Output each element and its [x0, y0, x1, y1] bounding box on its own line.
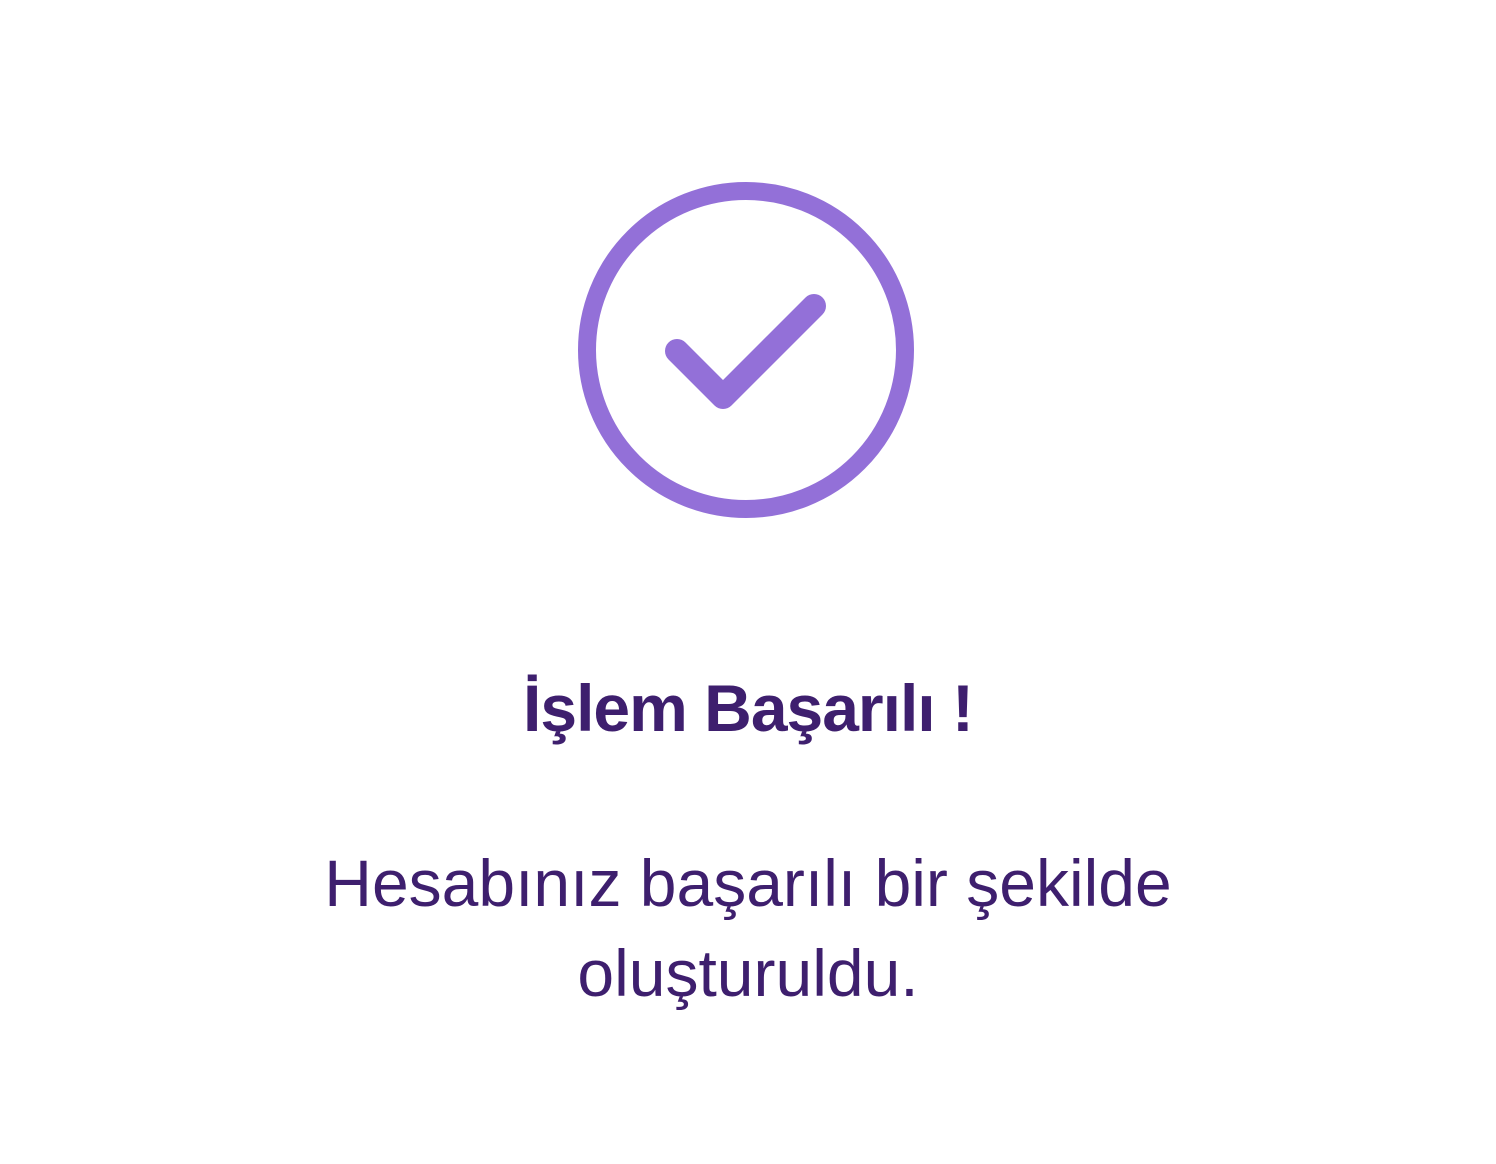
success-message-line-2: oluşturuldu.	[577, 936, 919, 1010]
success-message: Hesabınız başarılı bir şekilde oluşturul…	[0, 838, 1496, 1018]
success-screen: İşlem Başarılı ! Hesabınız başarılı bir …	[0, 0, 1496, 1164]
success-title: İşlem Başarılı !	[523, 671, 974, 745]
success-message-line-1: Hesabınız başarılı bir şekilde	[324, 846, 1172, 920]
check-circle-icon	[578, 182, 914, 518]
